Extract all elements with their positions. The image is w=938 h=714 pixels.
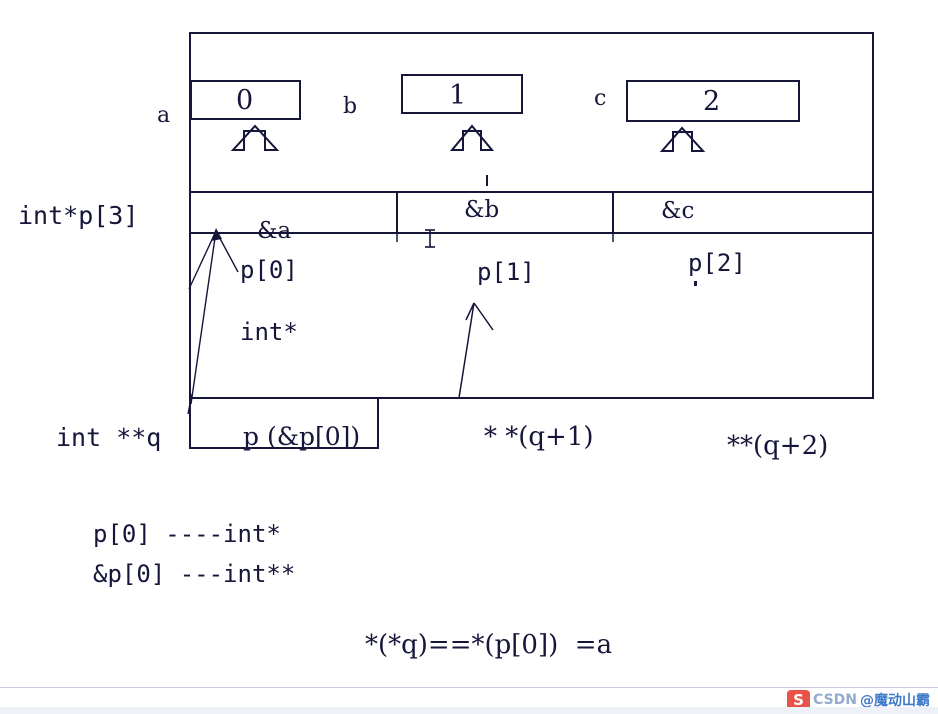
dot-mark-p2 xyxy=(694,281,697,286)
deref-expression-2: **(q+2) xyxy=(727,431,829,461)
block-arrow-p2-to-c xyxy=(659,126,706,152)
block-arrow-p0-to-a xyxy=(230,124,280,151)
array-cell-address-1: &b xyxy=(464,197,500,223)
variable-value-c: 2 xyxy=(703,86,721,117)
arrowhead-p0 xyxy=(211,228,222,241)
pointer-array-row xyxy=(189,191,874,234)
array-declaration-label: int*p[3] xyxy=(18,201,139,230)
leader-line-to-p1 xyxy=(458,302,494,399)
leader-lines-to-p0 xyxy=(188,230,239,405)
array-index-label-0: p[0] xyxy=(240,256,298,284)
equation-label: *(*q)==*(p[0]) =a xyxy=(365,630,613,660)
q-declaration-label: int **q xyxy=(56,423,162,452)
array-cell-address-0: &a xyxy=(257,218,292,244)
q-box-label: p (&p[0]) xyxy=(243,422,361,451)
block-arrow-p1-to-b xyxy=(449,124,495,151)
variable-value-b: 1 xyxy=(449,80,467,111)
deref-expression-1: * *(q+1) xyxy=(484,422,594,452)
array-index-label-1: p[1] xyxy=(477,258,535,286)
array-index-label-2: p[2] xyxy=(688,249,746,277)
diagram-vector-layer xyxy=(187,32,874,449)
watermark-strip xyxy=(0,707,938,714)
type-note-2: &p[0] ---int** xyxy=(93,560,296,588)
variable-label-a: a xyxy=(157,103,171,128)
watermark-brand: CSDN xyxy=(813,692,857,708)
array-cell-address-2: &c xyxy=(661,198,695,224)
element-type-label: int* xyxy=(240,318,298,346)
variable-label-c: c xyxy=(594,86,607,111)
diagram-canvas: a b c 0 1 2 int*p[3] &a &b &c p[0] p[1] … xyxy=(0,0,938,714)
variable-value-a: 0 xyxy=(236,85,254,116)
variable-label-b: b xyxy=(343,94,358,119)
type-note-1: p[0] ----int* xyxy=(93,520,281,548)
